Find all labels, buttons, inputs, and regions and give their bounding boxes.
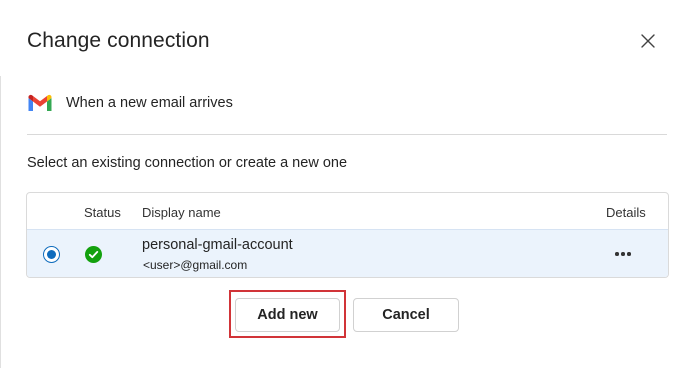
- dialog-title: Change connection: [27, 29, 210, 52]
- connection-email: <user>@gmail.com: [143, 258, 248, 272]
- trigger-row: When a new email arrives: [27, 91, 233, 115]
- table-header: Status Display name Details: [27, 193, 668, 229]
- checkmark-circle-icon: [85, 246, 102, 263]
- column-header-details: Details: [606, 205, 646, 220]
- gmail-icon: [28, 94, 52, 111]
- close-button[interactable]: [638, 31, 658, 51]
- column-header-status: Status: [84, 205, 121, 220]
- connection-prompt: Select an existing connection or create …: [27, 155, 348, 171]
- close-icon: [641, 34, 655, 48]
- column-header-display-name: Display name: [142, 205, 221, 220]
- divider: [27, 134, 667, 135]
- dialog-left-edge: [0, 76, 1, 368]
- add-new-button[interactable]: Add new: [235, 298, 340, 332]
- connections-table: Status Display name Details personal-gma…: [26, 192, 669, 278]
- table-row[interactable]: personal-gmail-account <user>@gmail.com: [27, 229, 668, 277]
- trigger-label: When a new email arrives: [66, 95, 233, 111]
- more-horizontal-icon[interactable]: [610, 245, 636, 263]
- cancel-button[interactable]: Cancel: [353, 298, 459, 332]
- connection-display-name: personal-gmail-account: [142, 237, 293, 253]
- connection-radio[interactable]: [43, 246, 60, 263]
